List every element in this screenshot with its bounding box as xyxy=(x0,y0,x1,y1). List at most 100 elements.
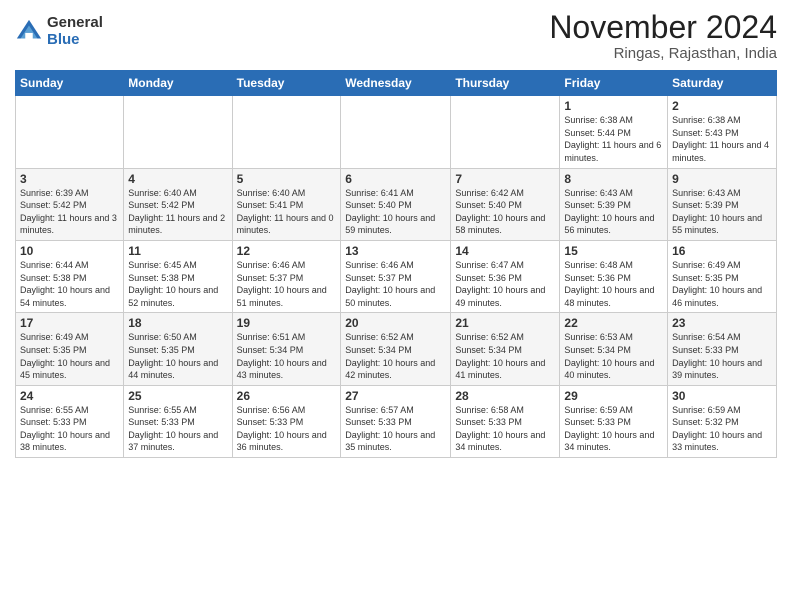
day-cell-4-0: 24Sunrise: 6:55 AM Sunset: 5:33 PM Dayli… xyxy=(16,385,124,457)
day-info: Sunrise: 6:56 AM Sunset: 5:33 PM Dayligh… xyxy=(237,404,337,454)
day-cell-0-4 xyxy=(451,96,560,168)
header-friday: Friday xyxy=(560,71,668,96)
day-number: 18 xyxy=(128,316,227,330)
day-info: Sunrise: 6:54 AM Sunset: 5:33 PM Dayligh… xyxy=(672,331,772,381)
day-number: 14 xyxy=(455,244,555,258)
week-row-2: 10Sunrise: 6:44 AM Sunset: 5:38 PM Dayli… xyxy=(16,240,777,312)
day-number: 30 xyxy=(672,389,772,403)
day-cell-3-6: 23Sunrise: 6:54 AM Sunset: 5:33 PM Dayli… xyxy=(668,313,777,385)
day-info: Sunrise: 6:52 AM Sunset: 5:34 PM Dayligh… xyxy=(345,331,446,381)
day-cell-3-2: 19Sunrise: 6:51 AM Sunset: 5:34 PM Dayli… xyxy=(232,313,341,385)
day-cell-4-1: 25Sunrise: 6:55 AM Sunset: 5:33 PM Dayli… xyxy=(124,385,232,457)
day-number: 17 xyxy=(20,316,119,330)
day-info: Sunrise: 6:59 AM Sunset: 5:33 PM Dayligh… xyxy=(564,404,663,454)
day-cell-3-3: 20Sunrise: 6:52 AM Sunset: 5:34 PM Dayli… xyxy=(341,313,451,385)
day-info: Sunrise: 6:48 AM Sunset: 5:36 PM Dayligh… xyxy=(564,259,663,309)
day-number: 25 xyxy=(128,389,227,403)
day-cell-2-5: 15Sunrise: 6:48 AM Sunset: 5:36 PM Dayli… xyxy=(560,240,668,312)
logo-text: General Blue xyxy=(47,15,103,48)
day-info: Sunrise: 6:46 AM Sunset: 5:37 PM Dayligh… xyxy=(237,259,337,309)
day-info: Sunrise: 6:52 AM Sunset: 5:34 PM Dayligh… xyxy=(455,331,555,381)
day-info: Sunrise: 6:42 AM Sunset: 5:40 PM Dayligh… xyxy=(455,187,555,237)
day-info: Sunrise: 6:53 AM Sunset: 5:34 PM Dayligh… xyxy=(564,331,663,381)
day-cell-3-1: 18Sunrise: 6:50 AM Sunset: 5:35 PM Dayli… xyxy=(124,313,232,385)
day-cell-4-3: 27Sunrise: 6:57 AM Sunset: 5:33 PM Dayli… xyxy=(341,385,451,457)
day-number: 2 xyxy=(672,99,772,113)
header-sunday: Sunday xyxy=(16,71,124,96)
day-info: Sunrise: 6:41 AM Sunset: 5:40 PM Dayligh… xyxy=(345,187,446,237)
day-info: Sunrise: 6:57 AM Sunset: 5:33 PM Dayligh… xyxy=(345,404,446,454)
day-cell-0-3 xyxy=(341,96,451,168)
day-info: Sunrise: 6:49 AM Sunset: 5:35 PM Dayligh… xyxy=(672,259,772,309)
day-number: 26 xyxy=(237,389,337,403)
day-info: Sunrise: 6:58 AM Sunset: 5:33 PM Dayligh… xyxy=(455,404,555,454)
day-info: Sunrise: 6:55 AM Sunset: 5:33 PM Dayligh… xyxy=(128,404,227,454)
day-cell-4-4: 28Sunrise: 6:58 AM Sunset: 5:33 PM Dayli… xyxy=(451,385,560,457)
day-number: 13 xyxy=(345,244,446,258)
day-cell-0-1 xyxy=(124,96,232,168)
day-info: Sunrise: 6:44 AM Sunset: 5:38 PM Dayligh… xyxy=(20,259,119,309)
day-cell-2-2: 12Sunrise: 6:46 AM Sunset: 5:37 PM Dayli… xyxy=(232,240,341,312)
day-number: 29 xyxy=(564,389,663,403)
day-cell-0-5: 1Sunrise: 6:38 AM Sunset: 5:44 PM Daylig… xyxy=(560,96,668,168)
day-number: 4 xyxy=(128,172,227,186)
day-info: Sunrise: 6:38 AM Sunset: 5:44 PM Dayligh… xyxy=(564,114,663,164)
day-info: Sunrise: 6:46 AM Sunset: 5:37 PM Dayligh… xyxy=(345,259,446,309)
day-info: Sunrise: 6:49 AM Sunset: 5:35 PM Dayligh… xyxy=(20,331,119,381)
day-cell-0-2 xyxy=(232,96,341,168)
day-number: 7 xyxy=(455,172,555,186)
day-cell-3-0: 17Sunrise: 6:49 AM Sunset: 5:35 PM Dayli… xyxy=(16,313,124,385)
day-number: 23 xyxy=(672,316,772,330)
header-monday: Monday xyxy=(124,71,232,96)
calendar-table: Sunday Monday Tuesday Wednesday Thursday… xyxy=(15,70,777,458)
day-number: 27 xyxy=(345,389,446,403)
day-number: 8 xyxy=(564,172,663,186)
day-cell-2-1: 11Sunrise: 6:45 AM Sunset: 5:38 PM Dayli… xyxy=(124,240,232,312)
day-cell-2-4: 14Sunrise: 6:47 AM Sunset: 5:36 PM Dayli… xyxy=(451,240,560,312)
day-cell-0-6: 2Sunrise: 6:38 AM Sunset: 5:43 PM Daylig… xyxy=(668,96,777,168)
header-tuesday: Tuesday xyxy=(232,71,341,96)
day-info: Sunrise: 6:45 AM Sunset: 5:38 PM Dayligh… xyxy=(128,259,227,309)
day-cell-4-6: 30Sunrise: 6:59 AM Sunset: 5:32 PM Dayli… xyxy=(668,385,777,457)
day-cell-2-3: 13Sunrise: 6:46 AM Sunset: 5:37 PM Dayli… xyxy=(341,240,451,312)
day-number: 12 xyxy=(237,244,337,258)
day-number: 19 xyxy=(237,316,337,330)
day-info: Sunrise: 6:40 AM Sunset: 5:41 PM Dayligh… xyxy=(237,187,337,237)
day-number: 9 xyxy=(672,172,772,186)
day-cell-1-6: 9Sunrise: 6:43 AM Sunset: 5:39 PM Daylig… xyxy=(668,168,777,240)
day-info: Sunrise: 6:47 AM Sunset: 5:36 PM Dayligh… xyxy=(455,259,555,309)
day-info: Sunrise: 6:43 AM Sunset: 5:39 PM Dayligh… xyxy=(672,187,772,237)
day-info: Sunrise: 6:59 AM Sunset: 5:32 PM Dayligh… xyxy=(672,404,772,454)
day-number: 11 xyxy=(128,244,227,258)
day-info: Sunrise: 6:51 AM Sunset: 5:34 PM Dayligh… xyxy=(237,331,337,381)
day-number: 16 xyxy=(672,244,772,258)
logo: General Blue xyxy=(15,15,103,48)
day-info: Sunrise: 6:38 AM Sunset: 5:43 PM Dayligh… xyxy=(672,114,772,164)
week-row-3: 17Sunrise: 6:49 AM Sunset: 5:35 PM Dayli… xyxy=(16,313,777,385)
logo-blue-label: Blue xyxy=(47,32,103,49)
day-number: 3 xyxy=(20,172,119,186)
day-cell-2-6: 16Sunrise: 6:49 AM Sunset: 5:35 PM Dayli… xyxy=(668,240,777,312)
day-number: 21 xyxy=(455,316,555,330)
day-info: Sunrise: 6:55 AM Sunset: 5:33 PM Dayligh… xyxy=(20,404,119,454)
day-number: 1 xyxy=(564,99,663,113)
header-thursday: Thursday xyxy=(451,71,560,96)
weekday-header-row: Sunday Monday Tuesday Wednesday Thursday… xyxy=(16,71,777,96)
day-number: 5 xyxy=(237,172,337,186)
month-title: November 2024 xyxy=(549,10,777,45)
day-cell-1-4: 7Sunrise: 6:42 AM Sunset: 5:40 PM Daylig… xyxy=(451,168,560,240)
location: Ringas, Rajasthan, India xyxy=(549,45,777,62)
day-cell-0-0 xyxy=(16,96,124,168)
day-cell-1-3: 6Sunrise: 6:41 AM Sunset: 5:40 PM Daylig… xyxy=(341,168,451,240)
day-number: 22 xyxy=(564,316,663,330)
day-cell-1-5: 8Sunrise: 6:43 AM Sunset: 5:39 PM Daylig… xyxy=(560,168,668,240)
day-cell-3-4: 21Sunrise: 6:52 AM Sunset: 5:34 PM Dayli… xyxy=(451,313,560,385)
day-cell-1-1: 4Sunrise: 6:40 AM Sunset: 5:42 PM Daylig… xyxy=(124,168,232,240)
day-info: Sunrise: 6:40 AM Sunset: 5:42 PM Dayligh… xyxy=(128,187,227,237)
logo-icon xyxy=(15,18,43,46)
day-info: Sunrise: 6:43 AM Sunset: 5:39 PM Dayligh… xyxy=(564,187,663,237)
day-info: Sunrise: 6:50 AM Sunset: 5:35 PM Dayligh… xyxy=(128,331,227,381)
logo-general-label: General xyxy=(47,15,103,32)
week-row-1: 3Sunrise: 6:39 AM Sunset: 5:42 PM Daylig… xyxy=(16,168,777,240)
week-row-0: 1Sunrise: 6:38 AM Sunset: 5:44 PM Daylig… xyxy=(16,96,777,168)
